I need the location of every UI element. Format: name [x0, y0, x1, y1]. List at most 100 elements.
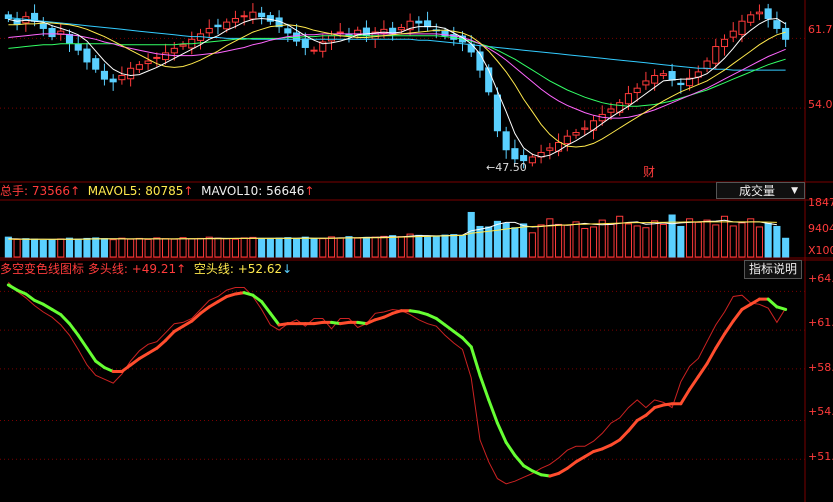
long-line-segment — [59, 313, 71, 326]
volume-bar — [755, 226, 763, 258]
indicator-header: 多空变色线图标 多头线: +49.21↑ 空头线: +52.62↓ — [0, 261, 292, 277]
candle-body — [712, 46, 720, 64]
volume-bar — [694, 221, 702, 258]
volume-bar — [782, 237, 790, 258]
candle-body — [48, 27, 56, 38]
candle-body — [738, 20, 746, 35]
volume-bar — [397, 236, 405, 258]
long-line-segment — [522, 464, 534, 473]
price-ytick: 61.7 — [808, 23, 833, 36]
volume-bar — [362, 236, 370, 258]
long-line-segment — [434, 316, 447, 327]
volume-bar — [389, 235, 397, 258]
candle-body — [249, 11, 257, 20]
ma10-line — [8, 22, 786, 148]
volume-bar — [336, 237, 344, 258]
volume-bar — [677, 225, 685, 258]
indicator-ytick: +58. — [808, 361, 833, 374]
long-line-segment — [6, 283, 19, 292]
candle-body — [502, 131, 510, 151]
indicator-help-button[interactable]: 指标说明 — [744, 260, 802, 279]
candle-body — [83, 48, 91, 63]
volume-bar — [537, 224, 545, 258]
candle-body — [572, 132, 580, 136]
candle-body — [485, 67, 493, 93]
long-line-segment — [766, 297, 779, 309]
candle-body — [389, 27, 397, 34]
candle-body — [39, 22, 47, 29]
candle-body — [284, 28, 292, 34]
volume-bar — [467, 211, 475, 258]
candle-body — [520, 155, 528, 162]
financial-report-marker[interactable]: 财 — [643, 163, 655, 180]
candle-body — [782, 27, 790, 40]
long-line-segment — [557, 466, 569, 475]
stock-chart-canvas — [0, 0, 833, 502]
candle-body — [231, 17, 239, 23]
candle-body — [144, 60, 152, 65]
volume-bar — [458, 235, 467, 258]
volume-bar — [354, 237, 362, 258]
volume-bar — [92, 237, 100, 258]
volume-bar — [48, 239, 56, 258]
volume-bar — [22, 238, 30, 258]
long-line-segment — [714, 332, 726, 350]
candle-body — [127, 67, 135, 80]
volume-bar — [118, 237, 126, 258]
volume-bar — [581, 227, 589, 258]
volume-bar — [319, 238, 327, 258]
volume-bar — [703, 219, 711, 258]
volume-bar — [607, 223, 615, 258]
candle-body — [153, 56, 161, 59]
volume-bar — [284, 237, 292, 258]
long-line-segment — [705, 346, 718, 366]
volume-bar — [555, 223, 563, 258]
volume-indicator-selector[interactable]: 成交量 ▼ — [716, 182, 805, 199]
candle-body — [511, 148, 519, 160]
long-line-segment — [137, 351, 150, 361]
candle-body — [747, 14, 755, 23]
candle-body — [266, 15, 274, 22]
candle-body — [258, 12, 266, 18]
volume-panel[interactable] — [4, 211, 790, 258]
candle-body — [764, 8, 772, 19]
candle-body — [755, 11, 763, 15]
mavol10-value: 56646 — [266, 184, 305, 198]
long-line-segment — [583, 450, 595, 459]
volume-bar — [13, 238, 21, 258]
volume-bar — [293, 237, 301, 258]
candle-body — [397, 27, 405, 31]
candle-body — [92, 58, 100, 70]
total-volume-value: 73566 — [31, 184, 71, 198]
long-line-segment — [172, 324, 185, 333]
candle-body — [301, 38, 309, 48]
volume-bar — [773, 225, 781, 258]
volume-bar — [135, 237, 143, 258]
volume-bar — [179, 237, 187, 258]
candle-body — [668, 71, 676, 81]
volume-bar — [231, 238, 239, 258]
candle-body — [729, 30, 737, 38]
long-line-value: +49.21 — [131, 262, 177, 276]
price-panel[interactable] — [4, 3, 790, 169]
volume-bar — [214, 237, 222, 258]
short-line-label: 空头线: — [193, 262, 234, 276]
long-line-segment — [688, 375, 700, 392]
candle-body — [415, 20, 423, 24]
long-line-segment — [216, 295, 229, 304]
volume-bar — [493, 220, 501, 258]
long-line-segment — [696, 362, 709, 379]
indicator-ytick: +61. — [808, 316, 833, 329]
mavol5-value: 80785 — [145, 184, 184, 198]
long-line-segment — [41, 302, 54, 311]
ma120-line — [8, 17, 786, 71]
volume-bar — [310, 238, 318, 258]
long-line-segment — [495, 421, 508, 444]
volume-bar — [511, 227, 519, 258]
indicator-panel[interactable] — [6, 281, 788, 485]
volume-bar — [441, 234, 449, 258]
long-line-label: 多头线: — [87, 262, 128, 276]
price-ytick: 54.0 — [808, 98, 833, 111]
long-line-segment — [723, 319, 735, 336]
volume-bar — [65, 237, 74, 258]
